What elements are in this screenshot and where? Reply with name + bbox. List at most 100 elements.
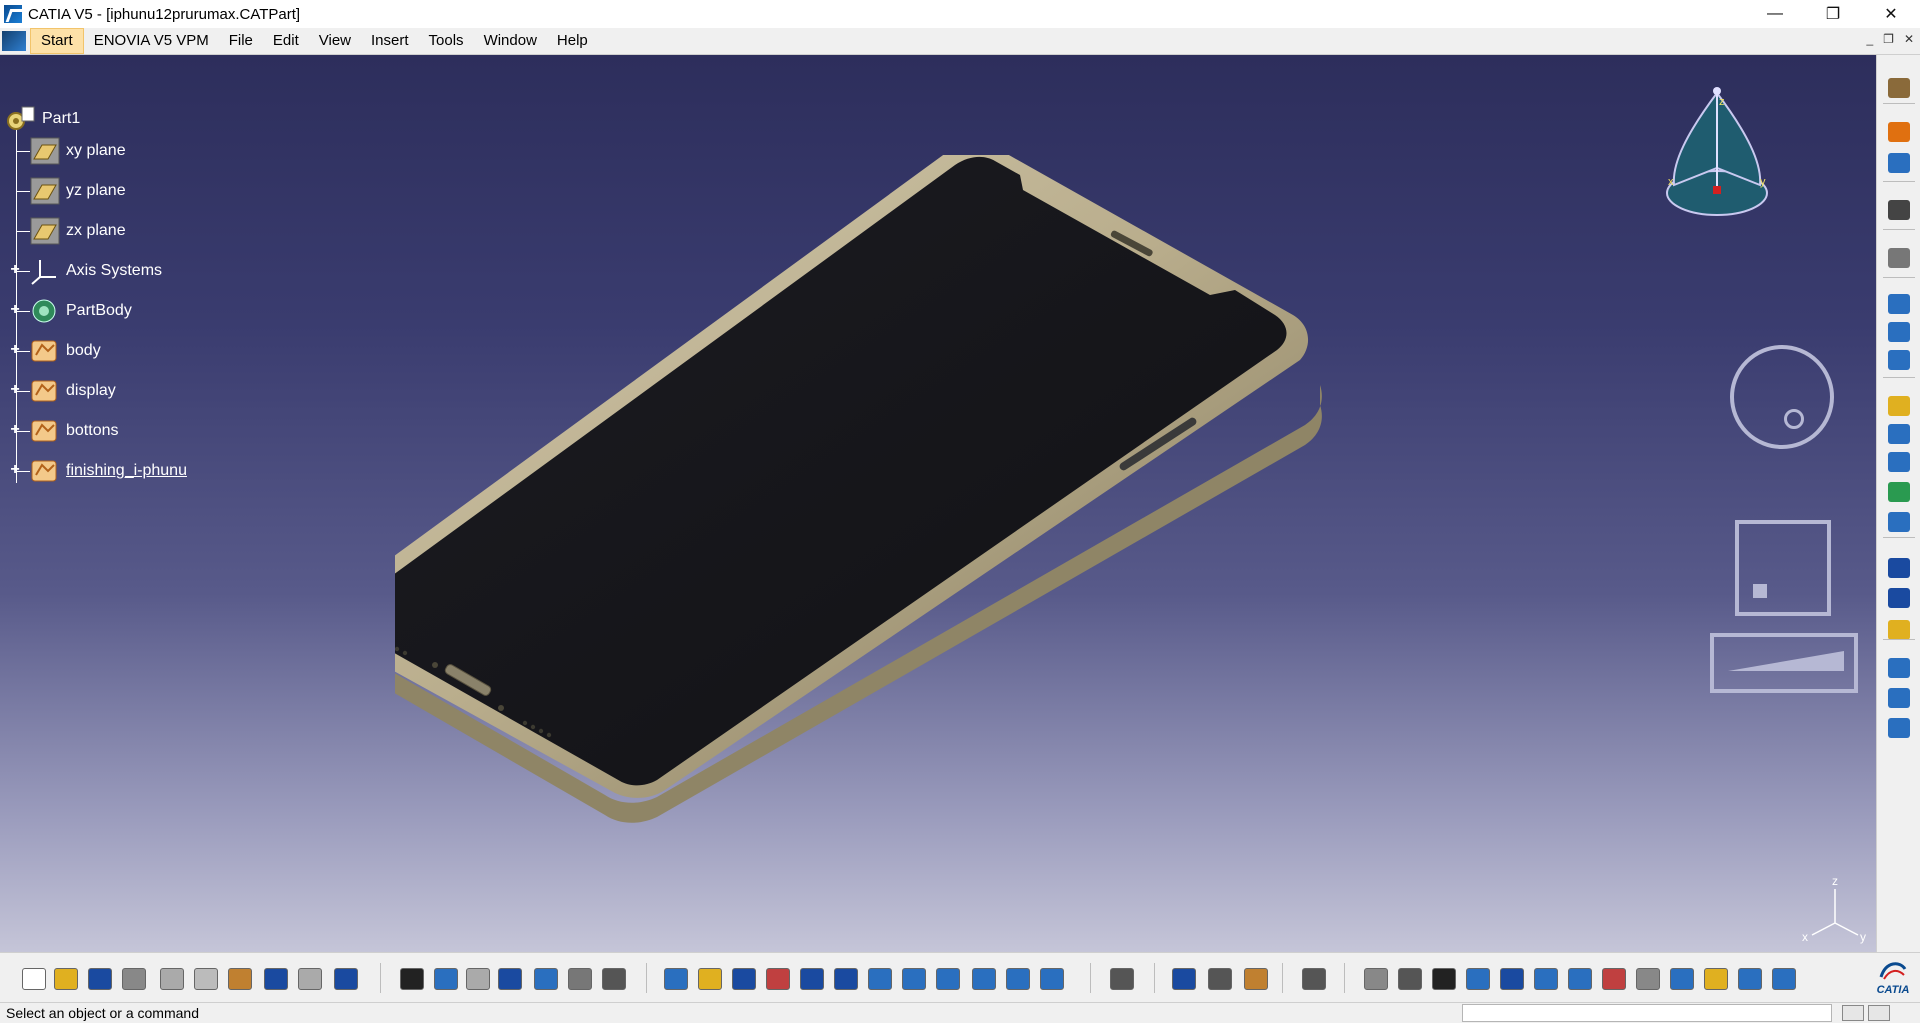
update-icon[interactable] <box>1362 965 1390 993</box>
pan-navigation-control[interactable] <box>1735 520 1831 616</box>
doc-minimize-button[interactable]: _ <box>1866 32 1873 46</box>
menu-insert[interactable]: Insert <box>361 29 419 53</box>
measure-icon[interactable] <box>1885 150 1913 176</box>
zoom-in-icon[interactable] <box>798 965 826 993</box>
menu-enovia[interactable]: ENOVIA V5 VPM <box>84 29 219 53</box>
whats-this-icon[interactable] <box>332 965 360 993</box>
grid-icon[interactable] <box>1498 965 1526 993</box>
offset-surface-icon[interactable] <box>1885 393 1913 419</box>
blend-surface-icon[interactable] <box>1885 449 1913 475</box>
menu-start[interactable]: Start <box>30 28 84 54</box>
power-input-field[interactable] <box>1462 1004 1832 1022</box>
shading-icon[interactable] <box>970 965 998 993</box>
new-file-icon[interactable] <box>20 965 48 993</box>
fill-surface-icon[interactable] <box>1885 421 1913 447</box>
axis-tool-icon[interactable] <box>1430 965 1458 993</box>
menu-edit[interactable]: Edit <box>263 29 309 53</box>
undo-icon[interactable] <box>262 965 290 993</box>
compass-widget[interactable]: z x y <box>1662 73 1772 233</box>
tree-expand-icon[interactable]: + <box>8 462 22 478</box>
comment-icon[interactable] <box>432 965 460 993</box>
material-icon[interactable] <box>1770 965 1798 993</box>
measure-item-icon[interactable] <box>1206 965 1234 993</box>
design-table-icon[interactable] <box>600 965 628 993</box>
zoom-out-icon[interactable] <box>832 965 860 993</box>
lock-icon[interactable] <box>566 965 594 993</box>
revolve-surface-icon[interactable] <box>1885 319 1913 345</box>
menu-tools[interactable]: Tools <box>419 29 474 53</box>
analysis-icon[interactable] <box>1600 965 1628 993</box>
paste-icon[interactable] <box>226 965 254 993</box>
zoom-navigation-control[interactable] <box>1710 633 1858 693</box>
rotate-handle[interactable] <box>1784 409 1804 429</box>
iso-view-icon[interactable] <box>934 965 962 993</box>
snap-icon[interactable] <box>1532 965 1560 993</box>
status-options-icon[interactable] <box>1868 1005 1890 1021</box>
rotate-navigation-control[interactable] <box>1730 345 1834 449</box>
table-icon[interactable] <box>496 965 524 993</box>
rotate-icon[interactable] <box>764 965 792 993</box>
capture-icon[interactable] <box>1300 965 1328 993</box>
cube-view-icon[interactable] <box>1566 965 1594 993</box>
fly-mode-icon[interactable] <box>662 965 690 993</box>
copy-icon[interactable] <box>192 965 220 993</box>
sweep-surface-icon[interactable] <box>1885 347 1913 373</box>
tree-item[interactable]: + Axis Systems <box>10 255 162 287</box>
knowledge-icon[interactable] <box>464 965 492 993</box>
multi-view-icon[interactable] <box>900 965 928 993</box>
status-toggle-icon[interactable] <box>1842 1005 1864 1021</box>
tree-expand-icon[interactable]: + <box>8 262 22 278</box>
point-icon[interactable] <box>1885 555 1913 581</box>
intersect-icon[interactable] <box>1885 685 1913 711</box>
tree-expand-icon[interactable]: + <box>8 382 22 398</box>
3d-viewport[interactable]: Part1 xy plane yz plane zx plane + Axis Syst… <box>0 55 1876 952</box>
part-design-workbench-icon[interactable] <box>1885 75 1913 101</box>
menu-file[interactable]: File <box>219 29 263 53</box>
menu-view[interactable]: View <box>309 29 361 53</box>
tree-item[interactable]: + body <box>10 335 101 367</box>
phone-3d-model[interactable] <box>395 155 1595 855</box>
zoom-slider[interactable] <box>1728 651 1844 671</box>
print-icon[interactable] <box>120 965 148 993</box>
fillet-icon[interactable] <box>1885 245 1913 271</box>
catalog-icon[interactable] <box>1108 965 1136 993</box>
graph-tree-icon[interactable] <box>1464 965 1492 993</box>
open-file-icon[interactable] <box>52 965 80 993</box>
tree-expand-icon[interactable]: + <box>8 342 22 358</box>
redo-icon[interactable] <box>296 965 324 993</box>
split-icon[interactable] <box>1885 715 1913 741</box>
tree-expand-tool-icon[interactable] <box>532 965 560 993</box>
menu-window[interactable]: Window <box>474 29 547 53</box>
hide-show-icon[interactable] <box>1004 965 1032 993</box>
list-icon[interactable] <box>1736 965 1764 993</box>
doc-close-button[interactable]: ✕ <box>1904 32 1914 46</box>
tree-expand-icon[interactable]: + <box>8 302 22 318</box>
line-icon[interactable] <box>1885 585 1913 611</box>
minimize-button[interactable]: — <box>1746 0 1804 28</box>
menu-help[interactable]: Help <box>547 29 598 53</box>
normal-view-icon[interactable] <box>866 965 894 993</box>
restore-button[interactable]: ❐ <box>1804 0 1862 28</box>
tree-item[interactable]: + finishing_i-phunu <box>10 455 187 487</box>
sketcher-icon[interactable] <box>1885 197 1913 223</box>
tree-item[interactable]: + PartBody <box>10 295 132 327</box>
project-icon[interactable] <box>1885 655 1913 681</box>
multi-section-icon[interactable] <box>1885 479 1913 505</box>
tree-item[interactable]: + bottons <box>10 415 118 447</box>
measure-between-icon[interactable] <box>1170 965 1198 993</box>
save-icon[interactable] <box>86 965 114 993</box>
feature-icon[interactable] <box>1702 965 1730 993</box>
extrude-surface-icon[interactable] <box>1885 291 1913 317</box>
measure-inertia-icon[interactable] <box>1242 965 1270 993</box>
pan-icon[interactable] <box>730 965 758 993</box>
cut-icon[interactable] <box>158 965 186 993</box>
tree-expand-icon[interactable]: + <box>8 422 22 438</box>
structure-icon[interactable] <box>1668 965 1696 993</box>
manipulation-icon[interactable] <box>1396 965 1424 993</box>
tree-item[interactable]: + display <box>10 375 116 407</box>
join-icon[interactable] <box>1885 509 1913 535</box>
catia-start-icon[interactable] <box>2 31 26 51</box>
close-button[interactable]: ✕ <box>1862 0 1920 28</box>
pan-handle[interactable] <box>1753 584 1767 598</box>
formula-icon[interactable] <box>398 965 426 993</box>
